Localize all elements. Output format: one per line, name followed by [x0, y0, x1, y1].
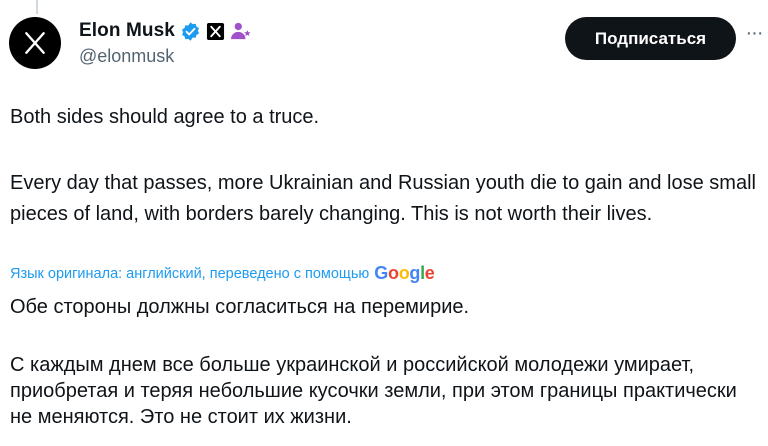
verified-badge-icon[interactable]: [180, 21, 201, 42]
google-logo: Google: [374, 263, 435, 283]
avatar[interactable]: [9, 17, 61, 69]
author-display-name[interactable]: Elon Musk: [79, 20, 175, 42]
x-logo-icon: [25, 32, 45, 54]
translation-attribution[interactable]: Язык оригинала: английский, переведено с…: [10, 263, 435, 284]
tweet-paragraph: Every day that passes, more Ukrainian an…: [10, 172, 756, 225]
author-handle[interactable]: @elonmusk: [79, 46, 174, 67]
follow-button[interactable]: Подписаться: [565, 17, 736, 60]
more-options-icon[interactable]: ···: [742, 23, 766, 50]
x-affiliate-icon[interactable]: [206, 22, 225, 41]
author-name-row: Elon Musk: [79, 19, 252, 43]
translated-paragraph: С каждым днем все больше украинской и ро…: [10, 354, 737, 428]
parody-person-icon[interactable]: [230, 21, 252, 41]
tweet-paragraph: Both sides should agree to a truce.: [10, 106, 320, 128]
thread-connector-line: [36, 0, 38, 14]
translated-paragraph: Обе стороны должны согласиться на переми…: [10, 296, 470, 318]
translation-note-text: Язык оригинала: английский, переведено с…: [10, 265, 370, 282]
